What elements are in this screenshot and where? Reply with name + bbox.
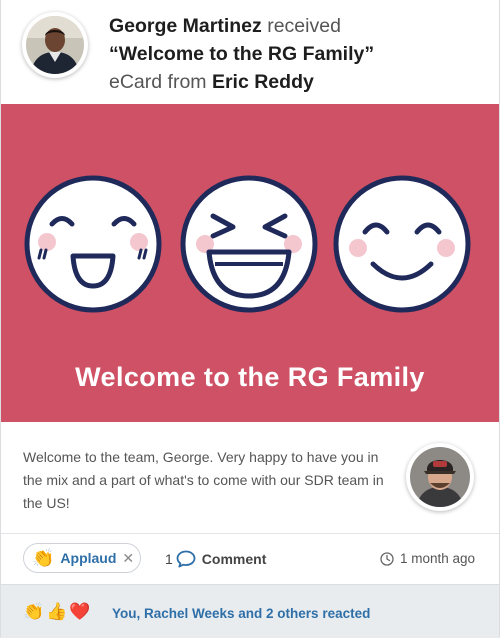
sender-avatar[interactable] <box>406 443 474 511</box>
applaud-label: Applaud <box>60 550 117 566</box>
recipient-name[interactable]: George Martinez <box>109 15 262 37</box>
speech-bubble-icon <box>176 550 196 568</box>
grinning-face-icon <box>180 175 318 313</box>
clapping-hands-icon: 👏 <box>32 548 55 568</box>
clock-icon <box>380 551 394 566</box>
reactions-footer: 👏👍❤️ You, Rachel Weeks and 2 others reac… <box>1 584 499 638</box>
remove-applaud-icon[interactable]: ✕ <box>122 550 134 567</box>
sender-name[interactable]: Eric Reddy <box>212 71 314 93</box>
recipient-photo <box>26 16 84 74</box>
laughing-face-icon <box>24 175 162 313</box>
comment-label: Comment <box>201 551 267 567</box>
received-text: received <box>267 15 341 37</box>
post-timestamp: 1 month ago <box>380 551 475 566</box>
sender-photo <box>410 447 470 507</box>
reacted-summary-link[interactable]: You, Rachel Weeks and 2 others reacted <box>112 606 370 621</box>
banner-title: Welcome to the RG Family <box>75 362 425 392</box>
comment-count: 1 <box>165 551 173 567</box>
ecard-banner[interactable]: Welcome to the RG Family <box>1 104 499 422</box>
comment-button[interactable]: 1 Comment <box>165 550 266 568</box>
recipient-avatar[interactable] <box>22 12 88 78</box>
ecard-post: George Martinez received “Welcome to the… <box>0 0 500 638</box>
reaction-emojis[interactable]: 👏👍❤️ <box>23 602 93 622</box>
post-actions: 👏 Applaud ✕ 1 Comment 1 month ago <box>1 534 499 584</box>
post-headline: George Martinez received “Welcome to the… <box>109 12 489 96</box>
smiling-face-icon <box>333 175 471 313</box>
applaud-button[interactable]: 👏 Applaud ✕ <box>23 543 141 573</box>
ecard-message: Welcome to the team, George. Very happy … <box>23 449 384 511</box>
ecard-from-text: eCard from <box>109 71 207 93</box>
ecard-title: “Welcome to the RG Family” <box>109 43 375 65</box>
post-header: George Martinez received “Welcome to the… <box>1 0 499 104</box>
time-ago-text: 1 month ago <box>399 551 475 566</box>
